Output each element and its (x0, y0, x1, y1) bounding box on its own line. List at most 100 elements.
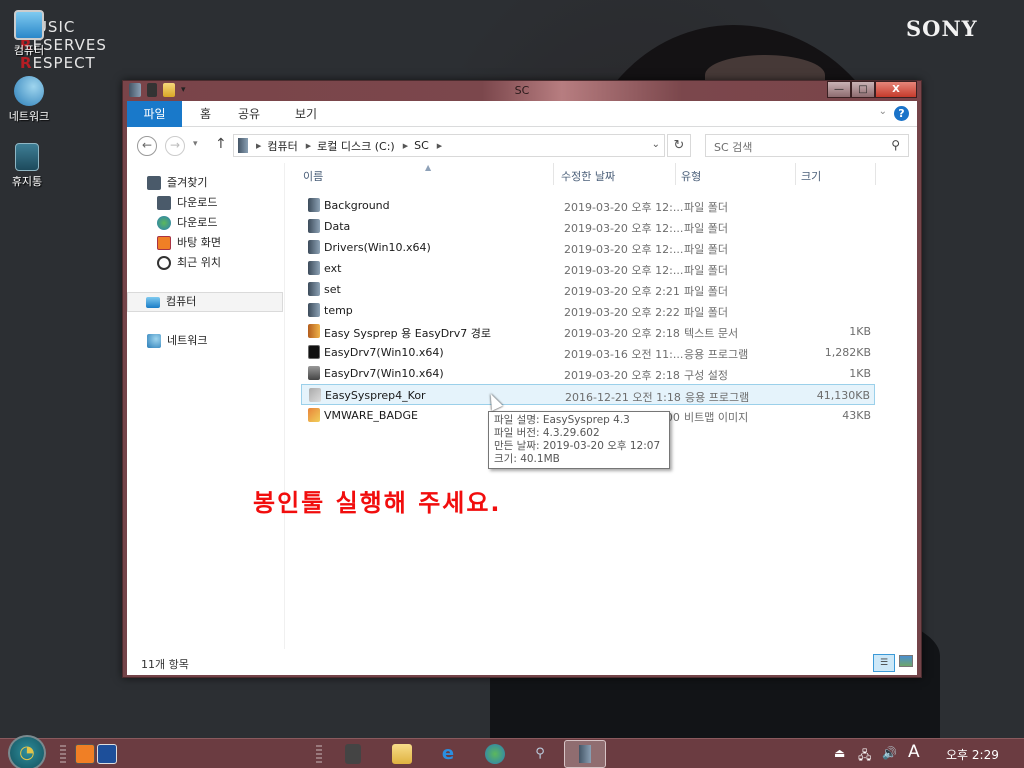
file-explorer-icon[interactable] (392, 744, 412, 764)
taskbar-explorer-window[interactable] (564, 740, 606, 768)
desktop-icon-recycle-bin[interactable]: 휴지통 (0, 143, 57, 189)
breadcrumb-local-disk[interactable]: 로컬 디스크 (C:) (317, 138, 395, 154)
nav-downloads[interactable]: 다운로드 (157, 193, 217, 213)
file-date: 2019-03-20 오후 12:... (564, 222, 684, 235)
network-status-icon[interactable]: 🖧 (858, 746, 871, 767)
file-row[interactable]: EasyDrv7(Win10.x64) 2019-03-20 오후 2:18 구성 … (301, 363, 875, 384)
file-name: EasyDrv7(Win10.x64) (324, 367, 444, 380)
file-type: 파일 폴더 (684, 201, 728, 214)
status-bar: 11개 항목 ☰ (127, 649, 917, 675)
breadcrumb-sc[interactable]: SC (414, 139, 429, 152)
chevron-right-icon[interactable]: ▶ (437, 142, 442, 150)
file-row[interactable]: ext 2019-03-20 오후 12:... 파일 폴더 (301, 258, 875, 279)
file-size: 1KB (849, 367, 871, 380)
ribbon: 파일 홈 공유 보기 ⌄ ? (127, 101, 917, 127)
expand-ribbon-icon[interactable]: ⌄ (879, 106, 887, 117)
file-row[interactable]: temp 2019-03-20 오후 2:22 파일 폴더 (301, 300, 875, 321)
minimize-button[interactable]: — (827, 81, 851, 98)
column-name[interactable]: 이름 (303, 168, 323, 184)
toolbar-grip[interactable] (60, 745, 66, 763)
desktop-icon-network[interactable]: 네트워크 (0, 76, 59, 124)
toolbar-grip[interactable] (316, 745, 322, 763)
desktop-icon-computer[interactable]: 컴퓨터 (0, 10, 59, 58)
tab-view[interactable]: 보기 (281, 101, 331, 127)
nav-network[interactable]: 네트워크 (147, 331, 207, 351)
volume-icon[interactable]: 🔊 (882, 746, 897, 760)
file-row[interactable]: Background 2019-03-20 오후 12:... 파일 폴더 (301, 195, 875, 216)
search-input[interactable]: SC 검색 ⚲ (705, 134, 909, 157)
help-icon[interactable]: ? (894, 106, 909, 121)
file-row[interactable]: EasyDrv7(Win10.x64) 2019-03-16 오전 11:... 응… (301, 342, 875, 363)
usb-safe-remove-icon[interactable]: ⏏ (834, 746, 845, 760)
bitmap-icon (308, 408, 320, 422)
file-name: EasyDrv7(Win10.x64) (324, 346, 444, 359)
maximize-button[interactable]: □ (851, 81, 875, 98)
title-bar[interactable]: ▾ SC — □ X (123, 81, 921, 101)
file-name: Drivers(Win10.x64) (324, 241, 431, 254)
column-type[interactable]: 유형 (681, 168, 701, 184)
file-date: 2019-03-20 오후 2:22 (564, 306, 680, 319)
tab-share[interactable]: 공유 (224, 101, 274, 127)
file-date: 2019-03-16 오전 11:... (564, 348, 684, 361)
config-file-icon (308, 366, 320, 380)
navigation-pane: 즐겨찾기 다운로드 다운로드 바탕 화면 최근 위치 컴퓨터 네트워크 (127, 163, 285, 649)
chevron-right-icon[interactable]: ▶ (306, 142, 311, 150)
tooltip-version: 파일 버전: 4.3.29.602 (494, 427, 600, 439)
column-divider[interactable] (875, 163, 876, 185)
details-view-button[interactable]: ☰ (873, 654, 895, 672)
file-name: Background (324, 199, 390, 212)
star-icon (147, 176, 161, 190)
desktop-icon-label: 컴퓨터 (13, 44, 45, 57)
search-tool-icon[interactable]: ⚲ (530, 744, 550, 764)
column-headers: 이름 ▲ 수정한 날짜 유형 크기 (297, 163, 917, 189)
ime-indicator[interactable]: A (908, 742, 920, 762)
desktop-icon-label: 휴지통 (11, 175, 43, 188)
column-size[interactable]: 크기 (801, 168, 821, 184)
close-button[interactable]: X (875, 81, 917, 98)
file-type: 텍스트 문서 (684, 327, 739, 340)
explorer-app-icon[interactable] (345, 744, 361, 764)
tab-file[interactable]: 파일 (127, 101, 182, 127)
show-desktop-icon[interactable] (75, 744, 95, 764)
file-row[interactable]: EasySysprep4_Kor 2016-12-21 오전 1:18 응용 프로그… (301, 384, 875, 405)
file-row[interactable]: Data 2019-03-20 오후 12:... 파일 폴더 (301, 216, 875, 237)
up-button[interactable]: ↑ (215, 136, 227, 152)
forward-button[interactable]: → (165, 136, 185, 156)
column-divider[interactable] (675, 163, 676, 185)
column-date-modified[interactable]: 수정한 날짜 (561, 168, 615, 184)
large-icons-view-button[interactable] (899, 655, 913, 667)
window-title: SC (514, 84, 530, 97)
nav-recent-places[interactable]: 최근 위치 (157, 253, 221, 273)
start-button[interactable]: ◔ (8, 735, 46, 768)
clock[interactable]: 오후 2:29 (946, 746, 999, 763)
network-icon (147, 334, 161, 348)
recent-locations-button[interactable]: ▾ (193, 139, 198, 149)
column-divider[interactable] (553, 163, 554, 185)
chevron-right-icon[interactable]: ▶ (256, 142, 261, 150)
tab-home[interactable]: 홈 (186, 101, 225, 127)
nav-downloads-2[interactable]: 다운로드 (157, 213, 217, 233)
file-row[interactable]: set 2019-03-20 오후 2:21 파일 폴더 (301, 279, 875, 300)
breadcrumb-computer[interactable]: 컴퓨터 (267, 138, 297, 154)
address-dropdown-icon[interactable]: ⌄ (652, 139, 660, 150)
sort-ascending-icon: ▲ (425, 163, 432, 172)
internet-explorer-icon[interactable]: e (438, 744, 458, 764)
network-tool-icon[interactable] (485, 744, 505, 764)
search-icon[interactable]: ⚲ (891, 138, 900, 152)
folder-icon (308, 261, 320, 275)
file-date: 2019-03-20 오후 12:... (564, 201, 684, 214)
explorer-window: ▾ SC — □ X 파일 홈 공유 보기 ⌄ ? ← → ▾ ↑ ▶ 컴퓨터 … (122, 80, 922, 678)
refresh-button[interactable]: ↻ (667, 134, 691, 157)
chevron-right-icon[interactable]: ▶ (403, 142, 408, 150)
nav-desktop[interactable]: 바탕 화면 (157, 233, 221, 253)
nav-favorites[interactable]: 즐겨찾기 (147, 173, 207, 193)
folder-icon (308, 219, 320, 233)
file-date: 2016-12-21 오전 1:18 (565, 391, 681, 404)
back-button[interactable]: ← (137, 136, 157, 156)
nav-computer[interactable]: 컴퓨터 (127, 292, 283, 312)
switch-windows-icon[interactable] (97, 744, 117, 764)
file-row[interactable]: Easy Sysprep 용 EasyDrv7 경로 2019-03-20 오후 … (301, 321, 875, 342)
address-bar[interactable]: ▶ 컴퓨터 ▶ 로컬 디스크 (C:) ▶ SC ▶ ⌄ (233, 134, 665, 157)
column-divider[interactable] (795, 163, 796, 185)
file-row[interactable]: Drivers(Win10.x64) 2019-03-20 오후 12:... 파일… (301, 237, 875, 258)
